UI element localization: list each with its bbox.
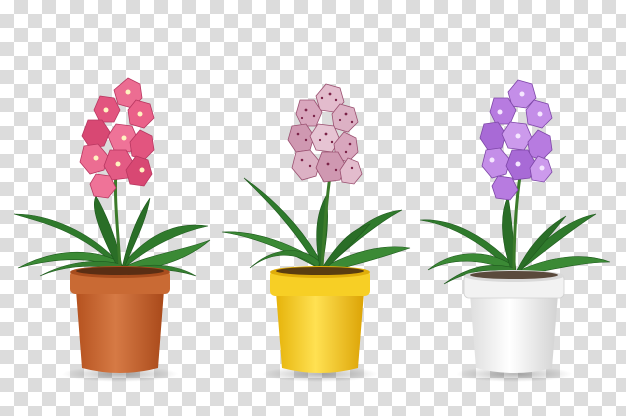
leaves: [221, 177, 411, 273]
flower-cluster: [479, 79, 553, 201]
plant-spotted-orchid: [221, 83, 411, 382]
pot-terracotta: [70, 266, 170, 373]
plant-purple-orchid: [419, 79, 611, 382]
plant-pink-orchid: [13, 77, 211, 382]
pot-white: [463, 270, 565, 373]
potted-orchids-scene: [13, 77, 611, 382]
pot-yellow: [270, 266, 370, 373]
transparent-background: [0, 0, 626, 416]
leaves: [13, 195, 211, 277]
